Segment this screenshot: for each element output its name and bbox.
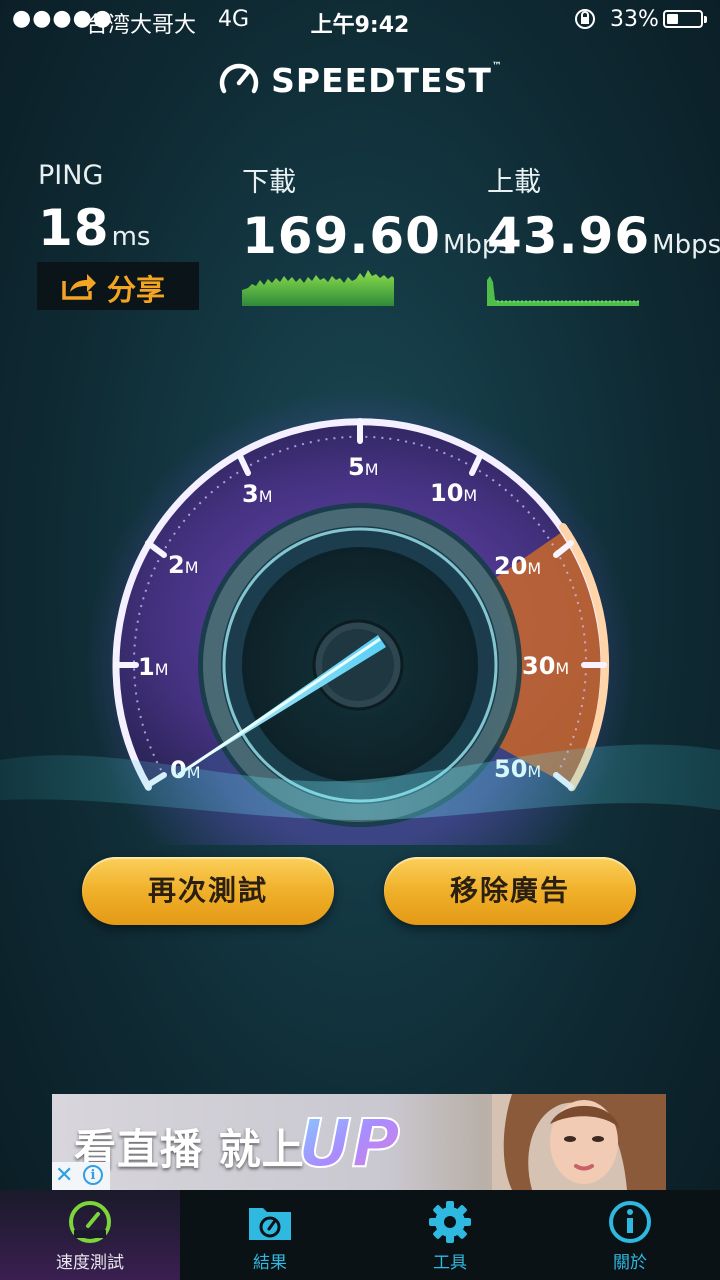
speedometer-icon xyxy=(66,1200,114,1248)
ad-model-photo xyxy=(492,1094,666,1190)
battery-percent: 33% xyxy=(610,7,659,32)
tab-about[interactable]: 關於 xyxy=(540,1190,720,1280)
tab-label: 關於 xyxy=(613,1253,647,1273)
bottom-tab-bar: 速度測試 結果 工具 關於 xyxy=(0,1190,720,1280)
tab-speed-test[interactable]: 速度測試 xyxy=(0,1190,180,1280)
background-wave xyxy=(0,744,720,820)
ad-up-logo: UP xyxy=(297,1104,401,1180)
app-header: SPEEDTEST™ xyxy=(0,58,720,102)
tab-results[interactable]: 結果 xyxy=(180,1190,360,1280)
upload-label: 上載 xyxy=(487,167,541,198)
test-again-button[interactable]: 再次測試 xyxy=(82,857,334,925)
download-sparkline xyxy=(242,270,394,306)
upload-result: 上載 43.96Mbps xyxy=(487,160,720,265)
share-button[interactable]: 分享 xyxy=(37,262,199,310)
download-value: 169.60 xyxy=(242,207,441,265)
tab-label: 結果 xyxy=(253,1253,287,1273)
tab-label: 速度測試 xyxy=(56,1253,124,1273)
ad-close-icon[interactable]: ✕ xyxy=(55,1163,73,1188)
share-label: 分享 xyxy=(107,273,166,307)
ping-value: 18 xyxy=(38,199,110,257)
remove-ads-button[interactable]: 移除廣告 xyxy=(384,857,636,925)
tab-tools[interactable]: 工具 xyxy=(360,1190,540,1280)
share-icon xyxy=(61,271,97,308)
status-bar: ●●●●● 台湾大哥大 4G 上午9:42 33% xyxy=(0,0,720,40)
ad-controls: ✕ i xyxy=(52,1162,110,1190)
speedtest-logo-icon xyxy=(217,58,261,102)
battery-icon xyxy=(663,10,707,28)
ad-info-icon[interactable]: i xyxy=(83,1165,103,1185)
rotation-lock-icon xyxy=(572,6,598,38)
svg-text:UP: UP xyxy=(298,1105,400,1180)
tab-label: 工具 xyxy=(433,1253,467,1273)
ping-label: PING xyxy=(38,160,104,191)
upload-sparkline xyxy=(487,276,639,306)
app-title: SPEEDTEST™ xyxy=(271,60,503,100)
download-label: 下載 xyxy=(242,167,296,198)
ad-banner[interactable]: 看直播 就上 UP ✕ i xyxy=(52,1094,666,1190)
upload-value: 43.96 xyxy=(487,207,651,265)
ping-result: PING 18ms xyxy=(38,160,150,257)
download-result: 下載 169.60Mbps xyxy=(242,160,512,265)
gear-icon xyxy=(426,1200,474,1248)
ping-unit: ms xyxy=(111,222,151,252)
info-icon xyxy=(606,1200,654,1248)
results-folder-icon xyxy=(246,1200,294,1248)
upload-unit: Mbps xyxy=(652,230,720,260)
